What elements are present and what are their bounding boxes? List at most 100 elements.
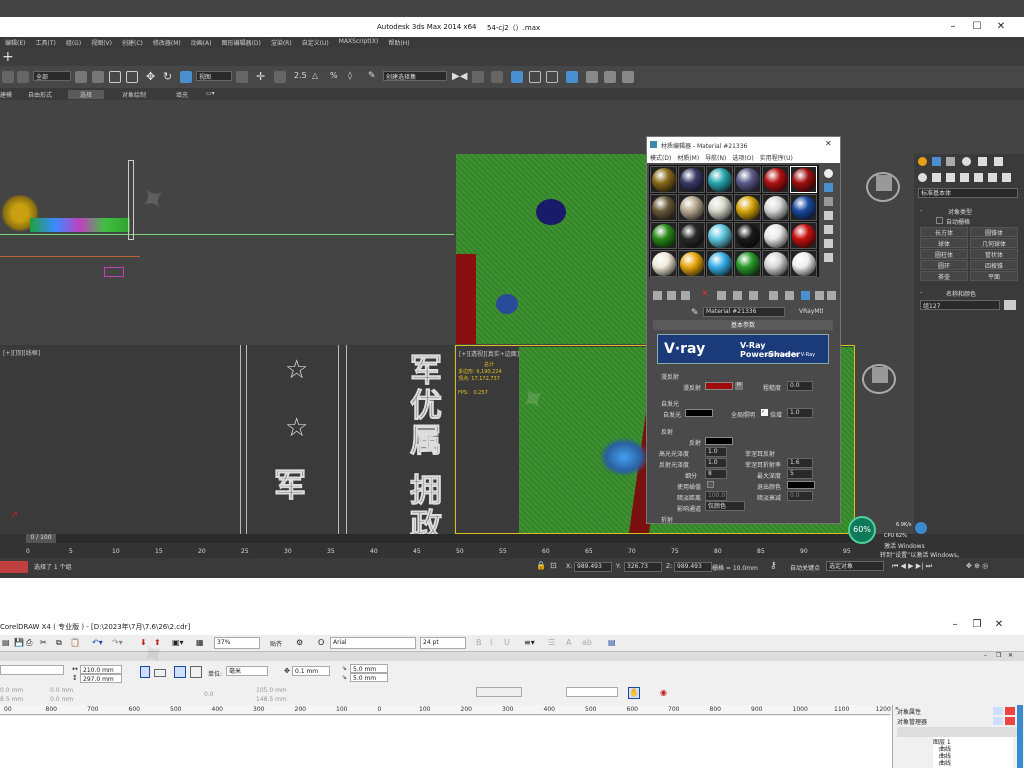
pivot-icon[interactable] [236,71,248,83]
mirror-icon[interactable]: ▶◀ [452,71,467,83]
subdiv-input[interactable]: 8 [705,469,727,479]
dim-falloff-input[interactable]: 0.0 [787,491,813,501]
key-filter-dropdown[interactable]: 选定对象 [826,561,884,571]
y-input[interactable]: 326.73 [624,562,662,572]
plus-icon[interactable]: + [2,49,14,65]
object-manager-toolbar[interactable] [897,727,1017,737]
dim-dist-input[interactable]: 100.0 [705,491,727,501]
render-frame-icon[interactable] [604,71,616,83]
tab-populate[interactable]: 填充 [176,90,188,99]
page-height-input[interactable]: 297.0 mm [80,674,122,683]
material-type-button[interactable]: VRayMtl [799,308,824,315]
primitive-button[interactable]: 圆锥体 [970,227,1018,237]
timeline[interactable]: 0 / 100 0 5 10 15 20 25 30 35 40 45 50 55 60 65 70 75 80… [0,534,855,558]
unlink-icon[interactable] [17,71,29,83]
selection-filter[interactable]: 全部 [33,71,71,81]
bold-icon[interactable]: B [476,638,482,647]
dock-pin-icon[interactable] [993,707,1003,715]
maxscript-listener[interactable] [0,561,28,573]
font-size-dropdown[interactable]: 24 pt [420,637,466,649]
spinner-snap-icon[interactable]: ◊ [348,71,360,83]
angle-field[interactable]: 0.0 [204,691,214,698]
new-icon[interactable]: ▤ [2,638,10,647]
sample-slots[interactable] [649,165,819,277]
track-bar[interactable]: 0 5 10 15 20 25 30 35 40 45 50 55 60 65 70 75 80 85 90 95 [0,544,855,558]
edit-named-sel-icon[interactable]: ✎ [368,71,380,83]
render-setup-icon[interactable] [586,71,598,83]
align-text-icon[interactable]: ≡▾ [524,638,535,647]
cameras-icon[interactable] [960,173,969,182]
diffuse-map-button[interactable]: M [735,382,743,390]
underline-icon[interactable]: U [504,638,510,647]
material-slot[interactable] [734,166,761,193]
bullet-icon[interactable]: ☰ [548,638,555,647]
show-end-result-icon[interactable] [801,291,810,300]
disabled-dropdown[interactable] [476,687,522,697]
menu-item[interactable]: MAXScript(X) [337,37,387,48]
spacewarps-icon[interactable] [988,173,997,182]
rollout-toggle-icon[interactable]: - [920,289,922,296]
layer-manager-icon[interactable] [491,71,503,83]
material-slot[interactable] [790,222,817,249]
viewport-front[interactable] [0,100,454,343]
nudge-input[interactable]: 0.1 mm [292,666,330,676]
primitive-button[interactable]: 管状体 [970,249,1018,259]
copy-icon[interactable]: ⧉ [56,638,62,648]
material-slot[interactable] [734,194,761,221]
named-selection-dropdown[interactable]: 创建选择集 [383,71,447,81]
helpers-icon[interactable] [974,173,983,182]
put-to-scene-icon[interactable] [667,291,676,300]
menu-item[interactable]: 编辑(E) [3,37,33,48]
shapes-icon[interactable] [932,173,941,182]
refl-gloss-input[interactable]: 1.0 [705,458,727,468]
background-icon[interactable] [824,197,833,206]
portrait-icon[interactable] [140,666,150,678]
uv-tiling-icon[interactable] [824,211,833,220]
maximize-icon[interactable]: ☐ [966,19,988,35]
landscape-icon[interactable] [154,669,166,677]
obj-y-field[interactable]: 0.0 mm [50,696,73,703]
size-y-field[interactable]: 148.5 mm [256,696,287,703]
page-width-input[interactable]: 210.0 mm [80,665,122,674]
doc-close-icon[interactable]: ✕ [1008,652,1013,659]
window-crossing-icon[interactable] [126,71,138,83]
primitive-button[interactable]: 圆环 [920,260,968,270]
graphite-icon[interactable] [511,71,523,83]
dropcap-icon[interactable]: A [566,638,571,647]
doc-min-icon[interactable]: – [984,652,987,659]
viewport-top[interactable]: [+][顶][线框] ↗ [0,345,238,535]
key-icon[interactable]: ⚷ [770,561,777,571]
medit-menu-item[interactable]: 模式(D) [650,153,671,162]
scale-icon[interactable] [180,71,192,83]
font-icon[interactable]: O [318,638,324,647]
units-dropdown[interactable]: 毫米 [226,666,268,676]
outline-dropdown[interactable] [566,687,618,697]
reflect-swatch[interactable] [705,437,733,445]
gi-checkbox[interactable]: ✓ [761,409,768,416]
material-slot[interactable] [650,166,677,193]
copy-material-icon[interactable] [717,291,726,300]
tab-object-paint[interactable]: 对象绘制 [122,90,146,99]
primitive-dropdown[interactable]: 标准基本体 [918,188,1018,198]
video-color-icon[interactable] [824,225,833,234]
rollout-header[interactable]: 基本参数 [653,320,833,330]
systems-icon[interactable] [1002,173,1011,182]
material-slot[interactable] [706,222,733,249]
material-editor-icon[interactable] [566,71,578,83]
primitive-button[interactable]: 球体 [920,238,968,248]
current-page-icon[interactable] [190,666,202,678]
menu-item[interactable]: 创建(C) [120,37,151,48]
get-material-icon[interactable] [653,291,662,300]
dock-close-icon[interactable] [1005,717,1015,725]
rollout-toggle-icon[interactable]: - [920,207,922,214]
object-tree[interactable]: 图层 1 曲线 曲线 曲线 [933,737,1013,768]
hilight-input[interactable]: 1.0 [705,447,727,457]
drawing-canvas[interactable] [0,716,892,768]
show-map-icon[interactable] [785,291,794,300]
make-preview-icon[interactable] [824,239,833,248]
keyboard-shortcut-icon[interactable] [274,71,286,83]
menu-item[interactable]: 组(G) [64,37,89,48]
dup-distance-x[interactable]: 5.0 mm [350,664,388,673]
object-name-input[interactable]: 组127 [920,300,1000,310]
viewport-nav-icons[interactable]: ✥ ⊕ ◎ [966,562,988,570]
